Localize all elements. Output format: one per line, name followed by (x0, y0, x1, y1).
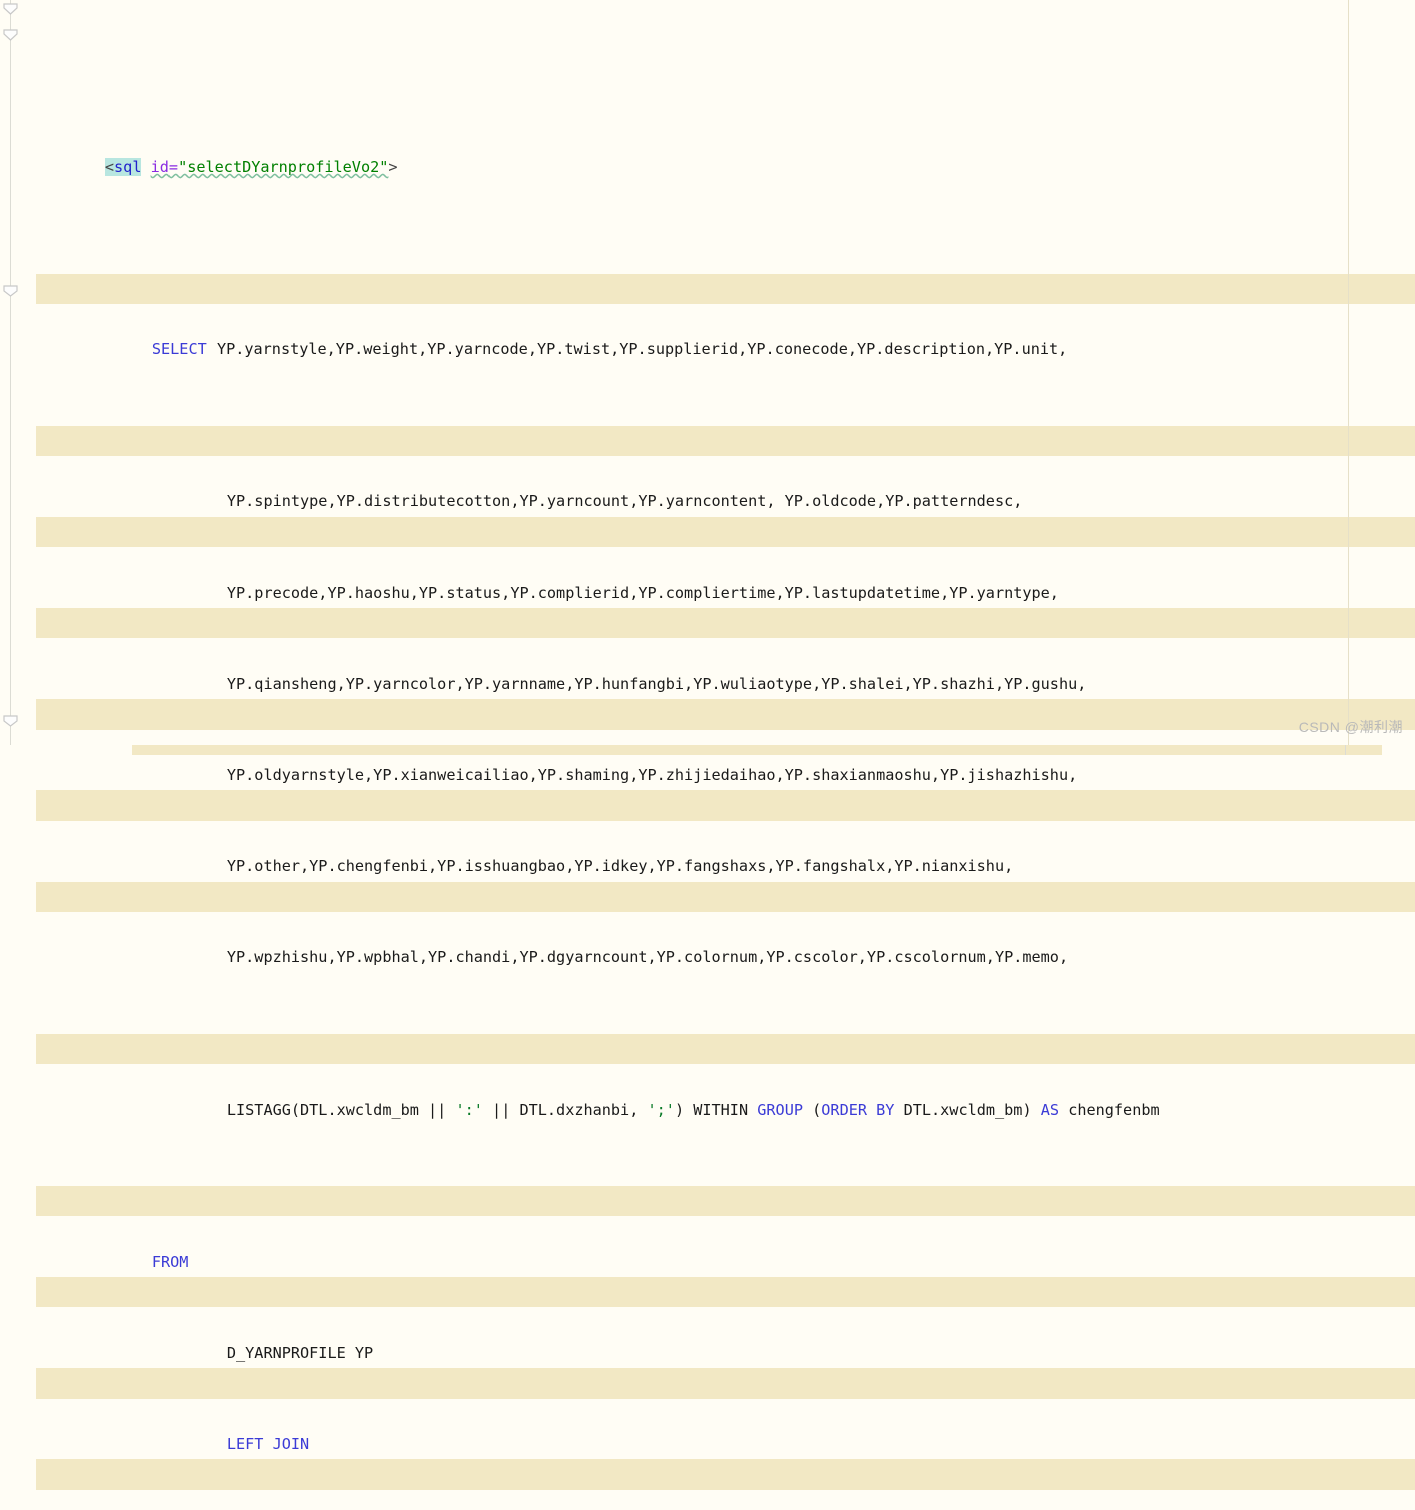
code-line-from[interactable]: FROM (22, 1185, 1415, 1271)
attribute-equals: = (168, 158, 179, 177)
select-list-2: YP.precode,YP.haoshu,YP.status,YP.compli… (226, 583, 1059, 602)
fold-arrow-down-icon[interactable] (1, 282, 20, 301)
attribute-value: "selectDYarnprofileVo2" (178, 158, 389, 177)
tag-name: sql (114, 158, 142, 177)
select-list-0: YP.yarnstyle,YP.weight,YP.yarncode,YP.tw… (216, 340, 1068, 359)
code-content[interactable]: <sql id="selectDYarnprofileVo2"> SELECT Y… (22, 0, 1415, 1491)
code-line-select-cont[interactable]: YP.wpzhishu,YP.wpbhal,YP.chandi,YP.dgyar… (22, 881, 1415, 966)
listagg-order-head: ( (802, 1100, 822, 1119)
listagg-mid: || DTL.dxzhanbi, (482, 1100, 648, 1119)
keyword-as: AS (1040, 1100, 1060, 1119)
code-line-select[interactable]: SELECT YP.yarnstyle,YP.weight,YP.yarncode… (22, 273, 1415, 358)
code-line-from-table[interactable]: D_YARNPROFILE YP (22, 1276, 1415, 1362)
tag-close-bracket: > (388, 158, 398, 177)
code-editor[interactable]: <sql id="selectDYarnprofileVo2"> SELECT Y… (0, 0, 1415, 1491)
code-line-listagg[interactable]: LISTAGG(DTL.xwcldm_bm || ':' || DTL.dxzh… (22, 1033, 1415, 1119)
listagg-after-sep: ) (674, 1100, 694, 1119)
code-line-open-tag[interactable]: <sql id="selectDYarnprofileVo2"> (22, 122, 1415, 177)
horizontal-scrollbar-thumb[interactable] (132, 745, 1382, 755)
csdn-watermark: CSDN @潮利潮 (1298, 719, 1403, 735)
select-list-4: YP.oldyarnstyle,YP.xianweicailiao,YP.sha… (226, 766, 1078, 785)
right-margin-guide (1348, 0, 1349, 745)
code-line-join-table[interactable]: D_YARNPROFILE_DTL DTL (22, 1459, 1415, 1491)
fold-arrow-down-icon[interactable] (1, 0, 20, 19)
keyword-select: SELECT (151, 340, 207, 359)
keyword-group: GROUP (757, 1100, 803, 1119)
keyword-from: FROM (151, 1252, 189, 1271)
keyword-order-by: ORDER BY (821, 1100, 895, 1119)
gutter-divider-line (10, 0, 11, 755)
listagg-alias: chengfenbm (1059, 1100, 1160, 1119)
code-line-left-join[interactable]: LEFT JOIN (22, 1368, 1415, 1453)
code-line-select-cont[interactable]: YP.other,YP.chengfenbi,YP.isshuangbao,YP… (22, 790, 1415, 875)
tag-space (141, 158, 150, 176)
fold-arrow-down-icon[interactable] (1, 26, 20, 45)
select-list-6: YP.wpzhishu,YP.wpbhal,YP.chandi,YP.dgyar… (226, 948, 1069, 967)
select-list-3: YP.qiansheng,YP.yarncolor,YP.yarnname,YP… (226, 674, 1087, 693)
attribute-name-id: id (150, 158, 169, 177)
listagg-order-tail: DTL.xwcldm_bm) (894, 1100, 1041, 1119)
code-line-select-cont[interactable]: YP.qiansheng,YP.yarncolor,YP.yarnname,YP… (22, 608, 1415, 693)
listagg-separator-colon: ':' (455, 1100, 483, 1119)
select-list-5: YP.other,YP.chengfenbi,YP.isshuangbao,YP… (226, 857, 1014, 876)
tag-open-bracket: < (104, 158, 115, 177)
listagg-separator-semicolon: ';' (647, 1100, 675, 1119)
select-list-1: YP.spintype,YP.distributecotton,YP.yarnc… (226, 492, 1023, 511)
keyword-left-join: LEFT JOIN (226, 1434, 310, 1453)
code-line-select-cont[interactable]: YP.oldyarnstyle,YP.xianweicailiao,YP.sha… (22, 699, 1415, 784)
keyword-within: WITHIN (693, 1100, 749, 1119)
table-main: D_YARNPROFILE YP (226, 1343, 374, 1362)
scrollbar-margin-tick (1345, 745, 1346, 755)
listagg-head: LISTAGG(DTL.xwcldm_bm || (226, 1100, 456, 1119)
code-line-select-cont[interactable]: YP.spintype,YP.distributecotton,YP.yarnc… (22, 425, 1415, 510)
fold-arrow-down-icon[interactable] (1, 712, 20, 731)
editor-gutter[interactable] (0, 0, 22, 755)
code-line-select-cont[interactable]: YP.precode,YP.haoshu,YP.status,YP.compli… (22, 516, 1415, 602)
horizontal-scrollbar[interactable] (0, 745, 1415, 755)
